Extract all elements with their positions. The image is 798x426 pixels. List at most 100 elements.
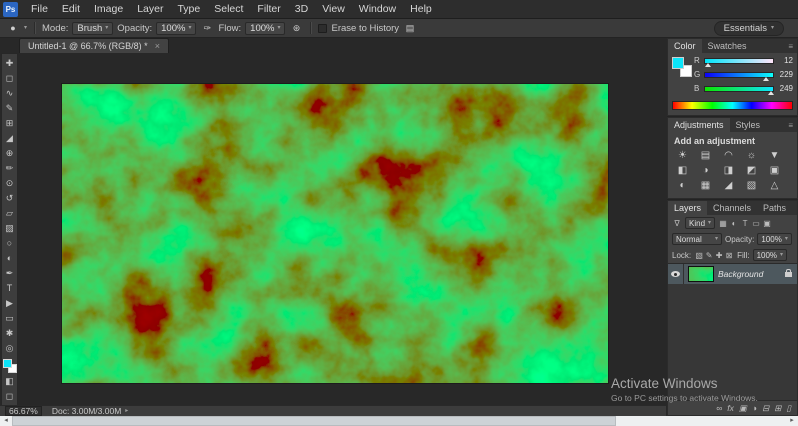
scrollbar-track[interactable] — [12, 416, 786, 426]
quick-mask-button[interactable]: ◧ — [2, 374, 17, 389]
layer-row-background[interactable]: Background — [668, 264, 797, 284]
brush-tool[interactable]: ✏ — [2, 161, 17, 176]
vibrance-adjustment-icon[interactable]: ▼ — [763, 148, 786, 163]
layer-effects-icon[interactable]: fx — [727, 403, 734, 413]
tab-paths[interactable]: Paths — [757, 201, 792, 215]
close-icon[interactable]: × — [155, 41, 160, 51]
pressure-opacity-icon[interactable]: ✑ — [200, 23, 214, 34]
eraser-tool[interactable]: ▱ — [2, 206, 17, 221]
menu-item[interactable]: Layer — [130, 0, 170, 18]
move-tool[interactable]: ✚ — [2, 56, 17, 71]
crop-tool[interactable]: ⊞ — [2, 116, 17, 131]
history-brush-tool[interactable]: ↺ — [2, 191, 17, 206]
menu-item[interactable]: 3D — [288, 0, 315, 18]
invert-adjustment-icon[interactable]: ▦ — [694, 178, 717, 193]
marquee-tool[interactable]: ◻ — [2, 71, 17, 86]
shape-tool[interactable]: ▭ — [2, 311, 17, 326]
brush-panel-toggle-icon[interactable]: ▤ — [403, 23, 417, 34]
foreground-swatch[interactable] — [672, 57, 684, 69]
clone-stamp-tool[interactable]: ⊙ — [2, 176, 17, 191]
lock-transparency-icon[interactable]: ▧ — [694, 251, 704, 260]
menu-item[interactable]: Image — [87, 0, 130, 18]
filter-shape-layers-icon[interactable]: ▭ — [751, 219, 761, 228]
erase-to-history-checkbox[interactable] — [318, 23, 328, 33]
filter-smart-objects-icon[interactable]: ▣ — [762, 219, 772, 228]
delete-layer-icon[interactable]: ▯ — [786, 403, 791, 414]
lock-all-icon[interactable]: ⊠ — [724, 251, 734, 260]
channel-mixer-adjustment-icon[interactable]: ▣ — [763, 163, 786, 178]
zoom-tool[interactable]: ◎ — [2, 341, 17, 356]
blur-tool[interactable]: ○ — [2, 236, 17, 251]
curves-adjustment-icon[interactable]: ◠ — [717, 148, 740, 163]
brush-preset-caret-icon[interactable]: ▾ — [24, 25, 27, 31]
canvas[interactable] — [62, 84, 608, 383]
gradient-tool[interactable]: ▨ — [2, 221, 17, 236]
green-value[interactable]: 229 — [777, 71, 793, 79]
flow-select[interactable]: 100% ▾ — [245, 21, 286, 35]
posterize-adjustment-icon[interactable]: ◢ — [717, 178, 740, 193]
mode-select[interactable]: Brush ▾ — [72, 21, 114, 35]
blue-value[interactable]: 249 — [777, 85, 793, 93]
scroll-right-icon[interactable]: ▸ — [786, 416, 798, 426]
workspace-switcher[interactable]: Essentials ▾ — [713, 20, 784, 36]
airbrush-icon[interactable]: ⊛ — [289, 23, 303, 34]
green-slider-thumb[interactable] — [763, 77, 770, 81]
gradient-map-adjustment-icon[interactable]: △ — [763, 178, 786, 193]
document-size-status[interactable]: Doc: 3.00M/3.00M ▸ — [52, 406, 128, 416]
menu-item[interactable]: View — [315, 0, 352, 18]
quick-selection-tool[interactable]: ✎ — [2, 101, 17, 116]
menu-item[interactable]: Filter — [250, 0, 287, 18]
menu-item[interactable]: File — [24, 0, 55, 18]
exposure-adjustment-icon[interactable]: ☼ — [740, 148, 763, 163]
red-slider[interactable] — [704, 58, 774, 67]
add-layer-mask-icon[interactable]: ▣ — [739, 403, 747, 414]
tab-swatches[interactable]: Swatches — [702, 39, 753, 53]
scroll-left-icon[interactable]: ◂ — [0, 416, 12, 426]
blend-mode-select[interactable]: Normal ▾ — [672, 233, 722, 245]
lock-pixels-icon[interactable]: ✎ — [704, 251, 714, 260]
menu-item[interactable]: Type — [170, 0, 207, 18]
path-selection-tool[interactable]: ▶ — [2, 296, 17, 311]
threshold-adjustment-icon[interactable]: ▧ — [740, 178, 763, 193]
menu-item[interactable]: Select — [207, 0, 250, 18]
menu-item[interactable]: Edit — [55, 0, 87, 18]
link-layers-icon[interactable]: ∞ — [716, 403, 722, 413]
hand-tool[interactable]: ✱ — [2, 326, 17, 341]
hue-saturation-adjustment-icon[interactable]: ◧ — [671, 163, 694, 178]
new-layer-icon[interactable]: ⊞ — [774, 403, 781, 414]
panel-menu-icon[interactable]: ≡ — [784, 39, 797, 53]
foreground-background-swatches[interactable] — [2, 359, 17, 373]
lock-position-icon[interactable]: ✚ — [714, 251, 724, 260]
black-white-adjustment-icon[interactable]: ◨ — [717, 163, 740, 178]
tab-layers[interactable]: Layers — [668, 201, 708, 215]
layer-name[interactable]: Background — [718, 269, 783, 279]
layer-filter-kind-select[interactable]: Kind ▾ — [685, 217, 716, 229]
tab-adjustments[interactable]: Adjustments — [668, 118, 730, 132]
green-slider[interactable] — [704, 72, 774, 81]
layer-thumbnail[interactable] — [688, 266, 714, 282]
brightness-contrast-adjustment-icon[interactable]: ☀ — [671, 148, 694, 163]
blue-slider[interactable] — [704, 86, 775, 95]
dodge-tool[interactable]: ◐ — [2, 251, 17, 266]
tab-color[interactable]: Color — [668, 39, 702, 53]
tab-styles[interactable]: Styles — [730, 118, 767, 132]
tab-channels[interactable]: Channels — [707, 201, 757, 215]
panel-menu-icon[interactable]: ≡ — [784, 118, 797, 132]
opacity-select[interactable]: 100% ▾ — [156, 21, 197, 35]
pen-tool[interactable]: ✒ — [2, 266, 17, 281]
eyedropper-tool[interactable]: ◢ — [2, 131, 17, 146]
filter-adjustment-layers-icon[interactable]: ◐ — [729, 219, 739, 228]
red-slider-thumb[interactable] — [705, 63, 712, 67]
filter-type-layers-icon[interactable]: T — [740, 219, 750, 228]
status-flyout-arrow-icon[interactable]: ▸ — [125, 408, 128, 414]
filter-pixel-layers-icon[interactable]: ▦ — [718, 219, 728, 228]
lasso-tool[interactable]: ∿ — [2, 86, 17, 101]
layer-visibility-toggle[interactable] — [668, 264, 684, 284]
healing-brush-tool[interactable]: ⊕ — [2, 146, 17, 161]
screen-mode-button[interactable]: ◻ — [2, 389, 17, 404]
blue-slider-thumb[interactable] — [768, 91, 775, 95]
new-group-icon[interactable]: ⊟ — [762, 403, 769, 414]
document-tab[interactable]: Untitled-1 @ 66.7% (RGB/8) * × — [19, 38, 169, 53]
menu-item[interactable]: Window — [352, 0, 403, 18]
zoom-level-field[interactable]: 66.67% — [5, 406, 42, 416]
